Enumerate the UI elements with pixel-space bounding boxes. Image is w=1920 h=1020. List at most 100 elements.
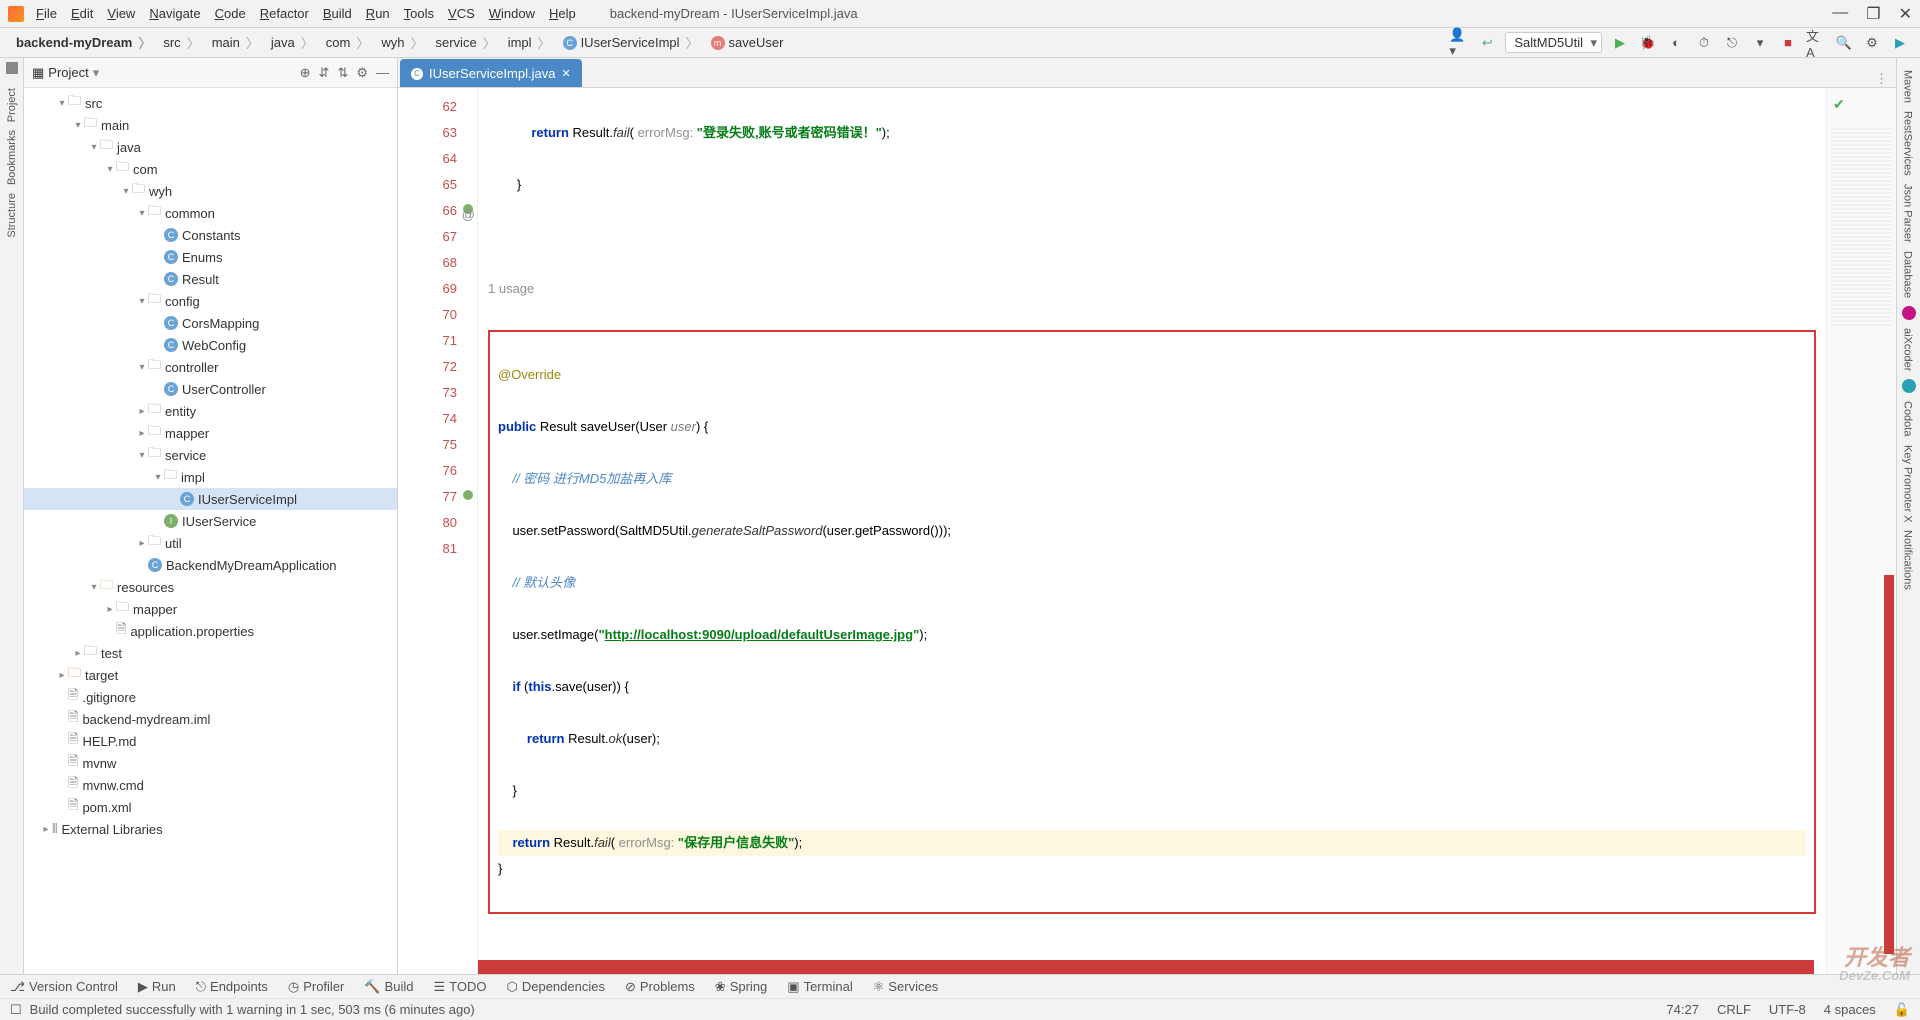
breadcrumb-iuserserviceimpl[interactable]: CIUserServiceImpl〉 [557, 33, 705, 52]
attach-icon[interactable]: ⎋ [1722, 33, 1742, 53]
right-tab-json-parser[interactable]: Json Parser [1902, 184, 1914, 243]
menu-help[interactable]: Help [549, 6, 576, 21]
tab-options-icon[interactable]: ⋮ [1875, 71, 1888, 87]
breadcrumb-main[interactable]: main〉 [206, 33, 265, 52]
line-number[interactable]: 62 [398, 94, 457, 120]
right-tab-database[interactable]: Database [1902, 251, 1914, 298]
error-stripe[interactable] [1884, 575, 1894, 954]
line-number[interactable]: 68 [398, 250, 457, 276]
run-config-selector[interactable]: SaltMD5Util [1505, 32, 1602, 53]
menu-code[interactable]: Code [215, 6, 246, 21]
tree-node-iuserserviceimpl[interactable]: CIUserServiceImpl [24, 488, 397, 510]
editor-minimap[interactable]: ✔ [1826, 88, 1896, 974]
left-tab-project[interactable]: Project [6, 88, 18, 122]
right-tab-maven[interactable]: Maven [1902, 70, 1914, 103]
search-icon[interactable]: 🔍 [1834, 33, 1854, 53]
menu-build[interactable]: Build [323, 6, 352, 21]
tree-node--gitignore[interactable]: 🗎.gitignore [24, 686, 397, 708]
editor-code[interactable]: return Result.fail( errorMsg: "登录失败,账号或者… [478, 88, 1826, 974]
menu-file[interactable]: File [36, 6, 57, 21]
back-icon[interactable]: ↩ [1477, 33, 1497, 53]
hide-panel-icon[interactable]: — [376, 65, 389, 81]
usage-hint[interactable]: 1 usage [488, 276, 1816, 302]
collapse-all-icon[interactable]: ⇅ [337, 65, 348, 81]
menu-vcs[interactable]: VCS [448, 6, 475, 21]
bottom-tab-problems[interactable]: ⊘Problems [625, 979, 695, 995]
event-log-icon[interactable]: ☐ [10, 1002, 22, 1018]
menu-view[interactable]: View [107, 6, 135, 21]
tree-node-external-libraries[interactable]: ▸⫴External Libraries [24, 818, 397, 840]
file-encoding[interactable]: UTF-8 [1769, 1002, 1806, 1017]
breadcrumb-com[interactable]: com〉 [320, 33, 376, 52]
tree-node-mvnw-cmd[interactable]: 🗎mvnw.cmd [24, 774, 397, 796]
tree-node-test[interactable]: ▸🗀test [24, 642, 397, 664]
user-icon[interactable]: 👤▾ [1449, 33, 1469, 53]
expand-all-icon[interactable]: ⇵ [319, 65, 330, 81]
run-icon[interactable]: ▶ [1610, 33, 1630, 53]
breadcrumb-wyh[interactable]: wyh〉 [375, 33, 429, 52]
panel-settings-icon[interactable]: ⚙ [356, 65, 368, 81]
breadcrumb-src[interactable]: src〉 [157, 33, 205, 52]
close-button[interactable]: ✕ [1899, 4, 1912, 24]
menu-edit[interactable]: Edit [71, 6, 93, 21]
debug-icon[interactable]: 🐞 [1638, 33, 1658, 53]
line-number[interactable]: 72 [398, 354, 457, 380]
breadcrumb-java[interactable]: java〉 [265, 33, 320, 52]
breadcrumb-service[interactable]: service〉 [430, 33, 502, 52]
bottom-tab-version-control[interactable]: ⎇Version Control [10, 979, 118, 995]
tree-node-backendmydreamapplication[interactable]: CBackendMyDreamApplication [24, 554, 397, 576]
tree-node-application-properties[interactable]: 🗎application.properties [24, 620, 397, 642]
tree-node-impl[interactable]: ▾🗀impl [24, 466, 397, 488]
project-tree[interactable]: ▾🗀src▾🗀main▾🗀java▾🗀com▾🗀wyh▾🗀commonCCons… [24, 88, 397, 974]
line-number[interactable]: 76 [398, 458, 457, 484]
menu-window[interactable]: Window [489, 6, 535, 21]
editor-gutter[interactable]: 6263646566@67686970717273747576778081 [398, 88, 478, 974]
tree-node-help-md[interactable]: 🗎HELP.md [24, 730, 397, 752]
tree-node-common[interactable]: ▾🗀common [24, 202, 397, 224]
menu-refactor[interactable]: Refactor [260, 6, 309, 21]
line-number[interactable]: 75 [398, 432, 457, 458]
menu-tools[interactable]: Tools [404, 6, 434, 21]
line-number[interactable]: 71 [398, 328, 457, 354]
horizontal-scrollbar-red[interactable] [478, 960, 1814, 974]
tree-node-util[interactable]: ▸🗀util [24, 532, 397, 554]
tree-node-mvnw[interactable]: 🗎mvnw [24, 752, 397, 774]
override-gutter-icon[interactable] [463, 490, 473, 500]
right-tab-notifications[interactable]: Notifications [1902, 530, 1914, 590]
line-number[interactable]: 65 [398, 172, 457, 198]
line-number[interactable]: 80 [398, 510, 457, 536]
left-tab-structure[interactable]: Structure [6, 193, 18, 238]
bottom-tab-build[interactable]: 🔨Build [364, 979, 413, 995]
bottom-tab-endpoints[interactable]: ⎋Endpoints [196, 979, 268, 995]
tree-node-entity[interactable]: ▸🗀entity [24, 400, 397, 422]
close-tab-icon[interactable]: ✕ [561, 67, 570, 80]
coverage-icon[interactable]: ◐ [1666, 33, 1686, 53]
select-opened-icon[interactable]: ⊕ [300, 65, 311, 81]
tree-node-webconfig[interactable]: CWebConfig [24, 334, 397, 356]
tree-node-constants[interactable]: CConstants [24, 224, 397, 246]
right-tab-codota[interactable]: Codota [1902, 401, 1914, 436]
tree-node-wyh[interactable]: ▾🗀wyh [24, 180, 397, 202]
right-tab-aixcoder-icon[interactable] [1902, 306, 1916, 320]
tree-node-usercontroller[interactable]: CUserController [24, 378, 397, 400]
caret-position[interactable]: 74:27 [1666, 1002, 1699, 1017]
menu-navigate[interactable]: Navigate [149, 6, 200, 21]
line-number[interactable]: 69 [398, 276, 457, 302]
line-number[interactable]: 77 [398, 484, 457, 510]
tree-node-mapper[interactable]: ▸🗀mapper [24, 422, 397, 444]
line-number[interactable]: 64 [398, 146, 457, 172]
tree-node-src[interactable]: ▾🗀src [24, 92, 397, 114]
bottom-tab-spring[interactable]: ❀Spring [715, 979, 767, 995]
editor-tab[interactable]: C IUserServiceImpl.java ✕ [400, 59, 582, 87]
breadcrumb-saveuser[interactable]: msaveUser [705, 35, 790, 50]
tree-node-service[interactable]: ▾🗀service [24, 444, 397, 466]
settings-icon[interactable]: ⚙ [1862, 33, 1882, 53]
tree-node-iuserservice[interactable]: IIUserService [24, 510, 397, 532]
tree-node-config[interactable]: ▾🗀config [24, 290, 397, 312]
bottom-tab-dependencies[interactable]: ⬡Dependencies [506, 979, 604, 995]
line-number[interactable]: 70 [398, 302, 457, 328]
line-number[interactable]: 63 [398, 120, 457, 146]
tree-node-com[interactable]: ▾🗀com [24, 158, 397, 180]
menu-run[interactable]: Run [366, 6, 390, 21]
tree-node-mapper[interactable]: ▸🗀mapper [24, 598, 397, 620]
